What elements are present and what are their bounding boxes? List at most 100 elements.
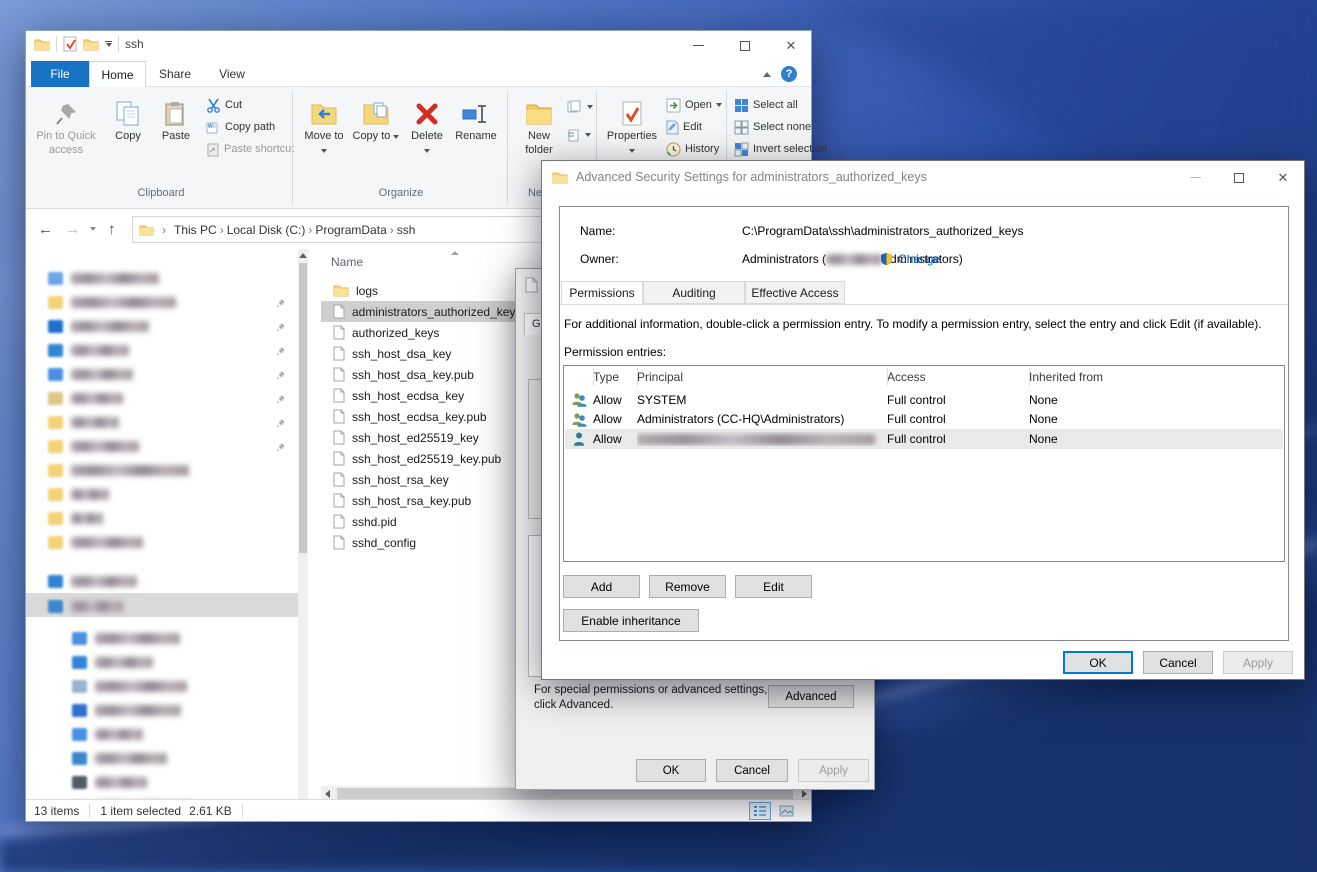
edit-button[interactable]: Edit <box>735 575 812 598</box>
select-all-button[interactable]: Select all <box>734 95 798 115</box>
sidebar-item[interactable] <box>48 595 123 617</box>
minimize-button[interactable] <box>681 31 715 60</box>
permission-entry-row[interactable]: AllowSYSTEMFull controlNone <box>565 390 1283 410</box>
sidebar-item[interactable] <box>72 723 143 745</box>
breadcrumb-item[interactable]: ProgramData <box>315 223 386 237</box>
breadcrumb-item[interactable]: This PC <box>174 223 217 237</box>
tab-permissions[interactable]: Permissions <box>561 281 643 304</box>
tab-auditing[interactable]: Auditing <box>643 281 745 304</box>
up-button[interactable]: ↑ <box>108 221 116 238</box>
permission-entry-row[interactable]: AllowFull controlNone <box>565 429 1283 449</box>
sidebar-item[interactable] <box>48 483 109 505</box>
apply-button[interactable]: Apply <box>1223 651 1293 674</box>
select-none-button[interactable]: Select none <box>734 117 811 137</box>
cut-button[interactable]: Cut <box>206 95 242 115</box>
paste-shortcut-button[interactable]: Paste shortcut <box>206 139 294 159</box>
qat-new-folder-icon[interactable] <box>83 38 99 51</box>
delete-button[interactable]: Delete <box>404 93 450 187</box>
sidebar-item[interactable] <box>72 747 167 769</box>
breadcrumb-item[interactable]: ssh <box>397 223 416 237</box>
advanced-button[interactable]: Advanced <box>768 685 854 708</box>
sidebar-item[interactable] <box>48 459 189 481</box>
sidebar-item[interactable] <box>48 507 103 529</box>
sidebar-scrollbar-thumb[interactable] <box>299 263 307 553</box>
sidebar-item[interactable] <box>72 699 181 721</box>
tab-file[interactable]: File <box>31 61 89 87</box>
remove-button[interactable]: Remove <box>649 575 726 598</box>
maximize-button[interactable] <box>728 31 762 60</box>
sidebar-item[interactable] <box>48 291 176 313</box>
file-row[interactable]: ssh_host_dsa_key <box>321 343 451 364</box>
file-row[interactable]: administrators_authorized_keys <box>321 301 539 322</box>
forward-button[interactable]: → <box>65 221 80 238</box>
scroll-left-icon[interactable] <box>325 790 330 798</box>
add-button[interactable]: Add <box>563 575 640 598</box>
breadcrumb-separator-icon[interactable]: › <box>387 223 397 237</box>
header-principal[interactable]: Principal <box>637 370 887 384</box>
header-inherited-from[interactable]: Inherited from <box>1029 370 1283 384</box>
file-row[interactable]: ssh_host_rsa_key.pub <box>321 490 471 511</box>
dialog-minimize-button[interactable] <box>1178 163 1212 192</box>
dialog-maximize-button[interactable] <box>1222 163 1256 192</box>
recent-locations-caret[interactable] <box>90 227 96 231</box>
column-header-name[interactable]: Name <box>331 255 363 269</box>
header-type[interactable]: Type <box>593 370 637 384</box>
copy-to-button[interactable]: Copy to <box>352 93 400 187</box>
breadcrumb-separator-icon[interactable]: › <box>305 223 315 237</box>
copy-path-button[interactable]: W Copy path <box>206 117 275 137</box>
file-row[interactable]: ssh_host_ecdsa_key <box>321 385 464 406</box>
qat-properties-icon[interactable] <box>63 36 77 52</box>
edit-button[interactable]: Edit <box>666 117 702 137</box>
change-owner-link[interactable]: Change <box>898 252 940 266</box>
tab-share[interactable]: Share <box>146 61 204 87</box>
thumbnail-view-button[interactable] <box>775 802 797 820</box>
file-row[interactable]: ssh_host_ecdsa_key.pub <box>321 406 487 427</box>
sidebar-item[interactable] <box>72 675 187 697</box>
pin-to-quick-access-button[interactable]: Pin to Quick access <box>34 93 98 187</box>
file-row[interactable]: ssh_host_dsa_key.pub <box>321 364 474 385</box>
sidebar-item[interactable] <box>48 570 137 592</box>
move-to-button[interactable]: Move to <box>300 93 348 187</box>
sidebar-item[interactable] <box>48 411 119 433</box>
file-row[interactable]: logs <box>321 280 378 301</box>
file-row[interactable]: ssh_host_ed25519_key.pub <box>321 448 501 469</box>
permission-entry-row[interactable]: AllowAdministrators (CC-HQ\Administrator… <box>565 410 1283 430</box>
sidebar-item[interactable] <box>48 339 129 361</box>
history-button[interactable]: History <box>666 139 719 159</box>
new-item-button[interactable] <box>567 97 593 117</box>
sidebar-item[interactable] <box>72 651 153 673</box>
rename-button[interactable]: Rename <box>450 93 502 187</box>
help-icon[interactable]: ? <box>781 66 797 82</box>
properties-apply-button[interactable]: Apply <box>798 759 869 782</box>
breadcrumb-separator-icon[interactable]: › <box>217 223 227 237</box>
qat-customize-caret[interactable] <box>105 41 112 47</box>
file-row[interactable]: ssh_host_ed25519_key <box>321 427 479 448</box>
tab-effective-access[interactable]: Effective Access <box>745 281 845 304</box>
sidebar-item[interactable] <box>48 531 143 553</box>
open-button[interactable]: Open <box>666 95 722 115</box>
invert-selection-button[interactable]: Invert selection <box>734 139 827 159</box>
enable-inheritance-button[interactable]: Enable inheritance <box>563 609 699 632</box>
tab-home[interactable]: Home <box>89 61 146 87</box>
properties-ok-button[interactable]: OK <box>636 759 706 782</box>
details-view-button[interactable] <box>749 802 771 820</box>
collapse-ribbon-icon[interactable] <box>763 72 771 77</box>
scroll-right-icon[interactable] <box>802 790 807 798</box>
sidebar-item[interactable] <box>48 435 139 457</box>
file-row[interactable]: sshd.pid <box>321 511 397 532</box>
back-button[interactable]: ← <box>38 221 53 238</box>
sidebar-item[interactable] <box>48 315 149 337</box>
sidebar-item[interactable] <box>72 771 147 793</box>
sidebar-item[interactable] <box>48 363 133 385</box>
file-row[interactable]: ssh_host_rsa_key <box>321 469 449 490</box>
tab-view[interactable]: View <box>204 61 260 87</box>
sidebar-item[interactable] <box>48 267 159 289</box>
sidebar-item[interactable] <box>72 627 180 649</box>
breadcrumb-item[interactable]: Local Disk (C:) <box>227 223 306 237</box>
ok-button[interactable]: OK <box>1063 651 1133 674</box>
sidebar-scrollbar[interactable] <box>298 249 308 816</box>
close-button[interactable]: ✕ <box>774 31 808 60</box>
copy-button[interactable]: Copy <box>106 93 150 187</box>
sidebar-scroll-up-icon[interactable] <box>299 253 307 258</box>
header-access[interactable]: Access <box>887 370 1029 384</box>
